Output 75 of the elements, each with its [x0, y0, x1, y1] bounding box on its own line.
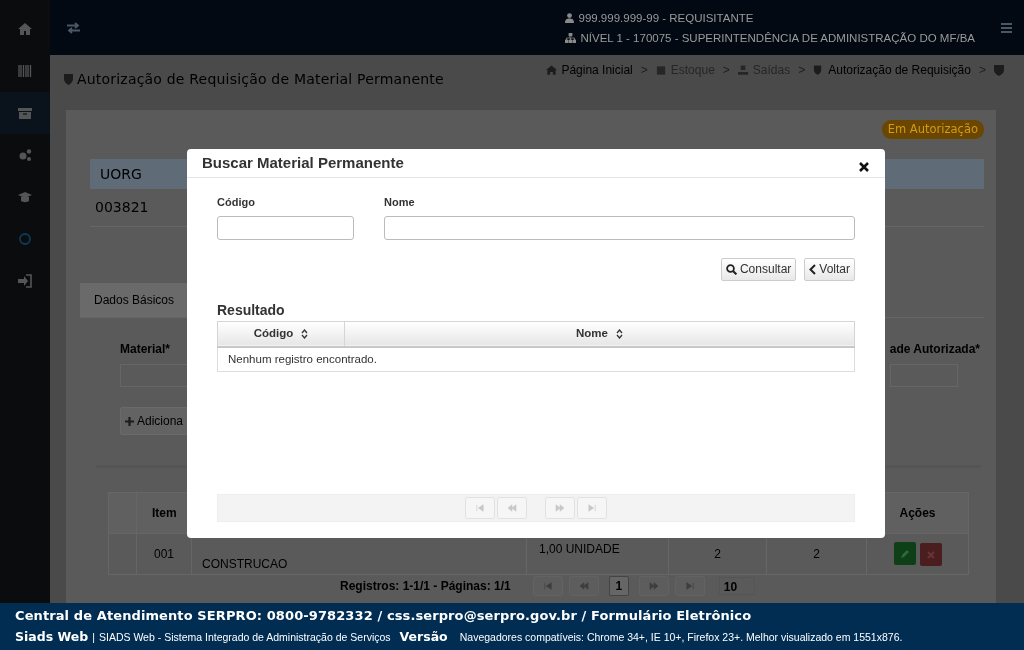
pager-summary: Registros: 1-1/1 - Páginas: 1/1	[340, 578, 511, 596]
menu-icon[interactable]	[1001, 22, 1012, 33]
back-button[interactable]: Voltar	[804, 257, 855, 281]
item-number: 001	[154, 547, 174, 562]
field-label: Material*	[120, 341, 172, 359]
sort-icon	[301, 328, 309, 339]
column-header[interactable]: Item	[152, 506, 177, 521]
shield-icon	[64, 73, 73, 85]
add-button[interactable]: Adiciona	[120, 407, 189, 436]
column-header: Ações	[899, 506, 936, 521]
unit-text: NÍVEL 1 - 170075 - SUPERINTENDÊNCIA DE ADMINISTRAÇÃO DO MF/BA	[580, 30, 975, 46]
delete-button[interactable]	[919, 543, 942, 567]
modal-title: Buscar Material Permanente	[202, 152, 404, 173]
separator-text: >	[722, 62, 730, 79]
separator-text: |	[92, 630, 95, 645]
sidebar-item[interactable]	[0, 92, 50, 134]
app-description: SIADS Web - Sistema Integrado de Administração de Serviços	[98, 630, 391, 645]
close-icon	[926, 550, 935, 559]
status-badge: Em Autorização	[881, 120, 984, 140]
pencil-icon	[899, 548, 910, 559]
page-size-select[interactable]: 10	[718, 577, 755, 596]
plus-icon	[125, 416, 134, 426]
barcode-icon	[18, 64, 32, 78]
material-field[interactable]	[120, 364, 190, 388]
circle-icon	[18, 232, 32, 246]
item-unit: 1,00 UNIDADE	[539, 542, 620, 557]
sitemap-icon	[565, 32, 577, 43]
uorg-label: UORG	[100, 164, 142, 184]
contact-text: Central de Atendimento SERPRO: 0800-9782332 / css.serpro@serpro.gov.br / Formulário Eletrônico	[15, 607, 753, 625]
sign-in-icon	[18, 274, 32, 288]
column-header[interactable]: Nome	[344, 321, 855, 347]
table-cell: 2	[813, 547, 820, 562]
browser-note: Navegadores compatíveis: Chrome 34+, IE 10+, Firefox 23+. Melhor visualizado em 1551x876.	[459, 630, 903, 645]
chevron-left-icon	[809, 263, 817, 275]
empty-message: Nenhum registro encontrado.	[217, 347, 855, 371]
column-header[interactable]: Código	[217, 321, 345, 347]
app-name: Siads Web	[15, 628, 89, 646]
first-page-icon[interactable]	[475, 504, 485, 512]
result-title: Resultado	[217, 300, 286, 320]
page-button[interactable]: 1	[608, 576, 629, 597]
page-title: Autorização de Requisição de Material Permanente	[77, 69, 444, 89]
shield-icon	[994, 64, 1004, 76]
home-icon	[18, 22, 32, 36]
separator-text: >	[798, 62, 806, 79]
close-icon[interactable]	[859, 162, 869, 172]
last-page-icon[interactable]	[684, 582, 695, 591]
breadcrumb-link[interactable]: Página Inicial	[546, 61, 633, 79]
gears-icon	[18, 148, 32, 162]
separator-text: >	[979, 62, 986, 79]
breadcrumb-link[interactable]: Autorização de Requisição	[813, 61, 971, 79]
field-label: ade Autorizada*	[889, 341, 980, 359]
sort-icon	[615, 328, 623, 339]
separator-text: >	[640, 62, 648, 79]
previous-page-icon[interactable]	[578, 582, 589, 591]
home-icon	[546, 64, 558, 76]
user-text: 999.999.999-99 - REQUISITANTE	[578, 10, 754, 26]
input-field[interactable]	[384, 215, 855, 240]
tab[interactable]: Dados Básicos	[80, 283, 189, 318]
edit-button[interactable]	[893, 542, 916, 566]
swap-icon[interactable]	[66, 21, 81, 34]
first-page-icon[interactable]	[542, 582, 553, 591]
last-page-icon[interactable]	[587, 504, 597, 512]
item-description: CONSTRUCAO	[202, 557, 288, 572]
graduation-cap-icon	[18, 190, 32, 204]
field-label: Código	[217, 195, 256, 210]
search-icon	[725, 263, 737, 275]
search-button[interactable]: Consultar	[720, 257, 797, 281]
input-field[interactable]	[217, 215, 354, 240]
version-label: Versão	[399, 628, 448, 646]
field-label: Nome	[384, 195, 416, 210]
next-page-icon[interactable]	[648, 582, 659, 591]
uorg-value: 003821	[95, 199, 149, 216]
table-cell: 2	[714, 547, 721, 562]
archive-icon	[18, 106, 32, 120]
box-icon	[655, 64, 667, 76]
